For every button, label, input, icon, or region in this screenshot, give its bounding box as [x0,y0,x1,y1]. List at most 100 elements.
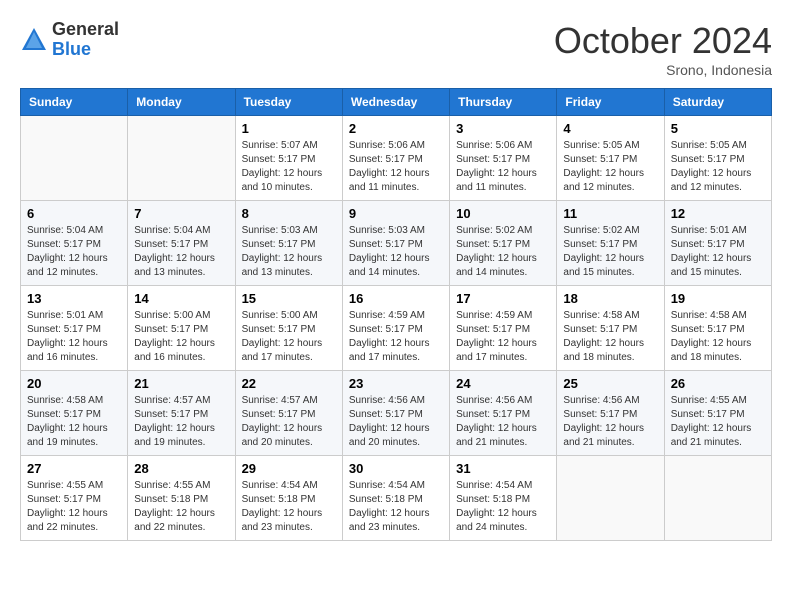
table-row: 13Sunrise: 5:01 AM Sunset: 5:17 PM Dayli… [21,286,128,371]
day-info: Sunrise: 5:05 AM Sunset: 5:17 PM Dayligh… [563,139,657,195]
table-row: 10 Sunrise: 5:02 AM Sunset: 5:17 PM Dayli… [450,201,557,286]
day-info: Sunrise: 4:56 AM Sunset: 5:17 PM Dayligh… [456,394,550,450]
table-row: 2 Sunrise: 5:06 AM Sunset: 5:17 PM Daylig… [342,116,449,201]
location: Srono, Indonesia [554,62,772,78]
header-wednesday: Wednesday [342,89,449,116]
day-info: Sunrise: 5:04 AM Sunset: 5:17 PM Dayligh… [134,224,228,280]
table-row [128,116,235,201]
day-info: Sunrise: 4:57 AM Sunset: 5:17 PM Dayligh… [242,394,336,450]
header-monday: Monday [128,89,235,116]
day-info: Sunrise: 5:01 AM Sunset: 5:17 PM Dayligh… [671,224,765,280]
header-friday: Friday [557,89,664,116]
logo-icon [20,26,48,54]
day-info: Sunrise: 4:58 AM Sunset: 5:17 PM Dayligh… [671,309,765,365]
day-number: 26 [671,376,765,391]
day-info: Sunrise: 5:04 AM Sunset: 5:17 PM Dayligh… [27,224,121,280]
table-row: 19 Sunrise: 4:58 AM Sunset: 5:17 PM Dayli… [664,286,771,371]
day-number: 7 [134,206,228,221]
day-number: 15 [242,291,336,306]
day-info: Sunrise: 5:02 AM Sunset: 5:17 PM Dayligh… [563,224,657,280]
table-row: 3 Sunrise: 5:06 AM Sunset: 5:17 PM Daylig… [450,116,557,201]
day-number: 22 [242,376,336,391]
day-number: 17 [456,291,550,306]
table-row: 12Sunrise: 5:01 AM Sunset: 5:17 PM Dayli… [664,201,771,286]
day-info: Sunrise: 4:54 AM Sunset: 5:18 PM Dayligh… [349,479,443,535]
table-row [557,456,664,541]
day-number: 11 [563,206,657,221]
table-row: 4 Sunrise: 5:05 AM Sunset: 5:17 PM Daylig… [557,116,664,201]
day-info: Sunrise: 4:59 AM Sunset: 5:17 PM Dayligh… [349,309,443,365]
table-row: 7 Sunrise: 5:04 AM Sunset: 5:17 PM Daylig… [128,201,235,286]
logo-general-text: General [52,19,119,39]
table-row: 27Sunrise: 4:55 AM Sunset: 5:17 PM Dayli… [21,456,128,541]
day-number: 18 [563,291,657,306]
day-info: Sunrise: 5:03 AM Sunset: 5:17 PM Dayligh… [349,224,443,280]
day-number: 4 [563,121,657,136]
day-number: 24 [456,376,550,391]
table-row: 8Sunrise: 5:03 AM Sunset: 5:17 PM Daylig… [235,201,342,286]
day-info: Sunrise: 4:59 AM Sunset: 5:17 PM Dayligh… [456,309,550,365]
table-row: 11 Sunrise: 5:02 AM Sunset: 5:17 PM Dayli… [557,201,664,286]
table-row: 24 Sunrise: 4:56 AM Sunset: 5:17 PM Dayli… [450,371,557,456]
day-info: Sunrise: 5:05 AM Sunset: 5:17 PM Dayligh… [671,139,765,195]
day-info: Sunrise: 5:02 AM Sunset: 5:17 PM Dayligh… [456,224,550,280]
day-info: Sunrise: 5:06 AM Sunset: 5:17 PM Dayligh… [456,139,550,195]
table-row: 25Sunrise: 4:56 AM Sunset: 5:17 PM Dayli… [557,371,664,456]
day-info: Sunrise: 4:54 AM Sunset: 5:18 PM Dayligh… [456,479,550,535]
table-row: 9 Sunrise: 5:03 AM Sunset: 5:17 PM Daylig… [342,201,449,286]
day-number: 16 [349,291,443,306]
page-header: General Blue October 2024 Srono, Indones… [20,20,772,78]
day-number: 1 [242,121,336,136]
day-number: 21 [134,376,228,391]
table-row: 5 Sunrise: 5:05 AM Sunset: 5:17 PM Daylig… [664,116,771,201]
header-saturday: Saturday [664,89,771,116]
day-info: Sunrise: 4:55 AM Sunset: 5:17 PM Dayligh… [671,394,765,450]
header-tuesday: Tuesday [235,89,342,116]
day-info: Sunrise: 5:06 AM Sunset: 5:17 PM Dayligh… [349,139,443,195]
day-info: Sunrise: 4:58 AM Sunset: 5:17 PM Dayligh… [27,394,121,450]
table-row: 18 Sunrise: 4:58 AM Sunset: 5:17 PM Dayli… [557,286,664,371]
day-number: 8 [242,206,336,221]
day-number: 2 [349,121,443,136]
day-number: 30 [349,461,443,476]
day-info: Sunrise: 4:58 AM Sunset: 5:17 PM Dayligh… [563,309,657,365]
day-number: 20 [27,376,121,391]
table-row: 21 Sunrise: 4:57 AM Sunset: 5:17 PM Dayli… [128,371,235,456]
logo: General Blue [20,20,119,60]
day-info: Sunrise: 4:57 AM Sunset: 5:17 PM Dayligh… [134,394,228,450]
day-info: Sunrise: 4:56 AM Sunset: 5:17 PM Dayligh… [349,394,443,450]
day-info: Sunrise: 4:54 AM Sunset: 5:18 PM Dayligh… [242,479,336,535]
day-number: 6 [27,206,121,221]
day-number: 19 [671,291,765,306]
day-info: Sunrise: 5:00 AM Sunset: 5:17 PM Dayligh… [242,309,336,365]
calendar-body: 1 Sunrise: 5:07 AM Sunset: 5:17 PM Daylig… [21,116,772,541]
day-number: 31 [456,461,550,476]
day-number: 25 [563,376,657,391]
day-number: 28 [134,461,228,476]
logo-blue-text: Blue [52,39,91,59]
table-row [664,456,771,541]
calendar-table: Sunday Monday Tuesday Wednesday Thursday… [20,88,772,541]
table-row: 20 Sunrise: 4:58 AM Sunset: 5:17 PM Dayli… [21,371,128,456]
table-row: 16 Sunrise: 4:59 AM Sunset: 5:17 PM Dayli… [342,286,449,371]
day-number: 3 [456,121,550,136]
day-number: 27 [27,461,121,476]
table-row: 23 Sunrise: 4:56 AM Sunset: 5:17 PM Dayli… [342,371,449,456]
title-area: October 2024 Srono, Indonesia [554,20,772,78]
day-number: 5 [671,121,765,136]
table-row: 28 Sunrise: 4:55 AM Sunset: 5:18 PM Dayli… [128,456,235,541]
table-row [21,116,128,201]
day-info: Sunrise: 5:00 AM Sunset: 5:17 PM Dayligh… [134,309,228,365]
day-number: 9 [349,206,443,221]
day-info: Sunrise: 4:55 AM Sunset: 5:18 PM Dayligh… [134,479,228,535]
day-number: 10 [456,206,550,221]
table-row: 6 Sunrise: 5:04 AM Sunset: 5:17 PM Daylig… [21,201,128,286]
day-number: 13 [27,291,121,306]
table-row: 17 Sunrise: 4:59 AM Sunset: 5:17 PM Dayli… [450,286,557,371]
day-info: Sunrise: 5:07 AM Sunset: 5:17 PM Dayligh… [242,139,336,195]
day-number: 29 [242,461,336,476]
day-number: 23 [349,376,443,391]
table-row: 26 Sunrise: 4:55 AM Sunset: 5:17 PM Dayli… [664,371,771,456]
table-row: 15 Sunrise: 5:00 AM Sunset: 5:17 PM Dayli… [235,286,342,371]
table-row: 14Sunrise: 5:00 AM Sunset: 5:17 PM Dayli… [128,286,235,371]
